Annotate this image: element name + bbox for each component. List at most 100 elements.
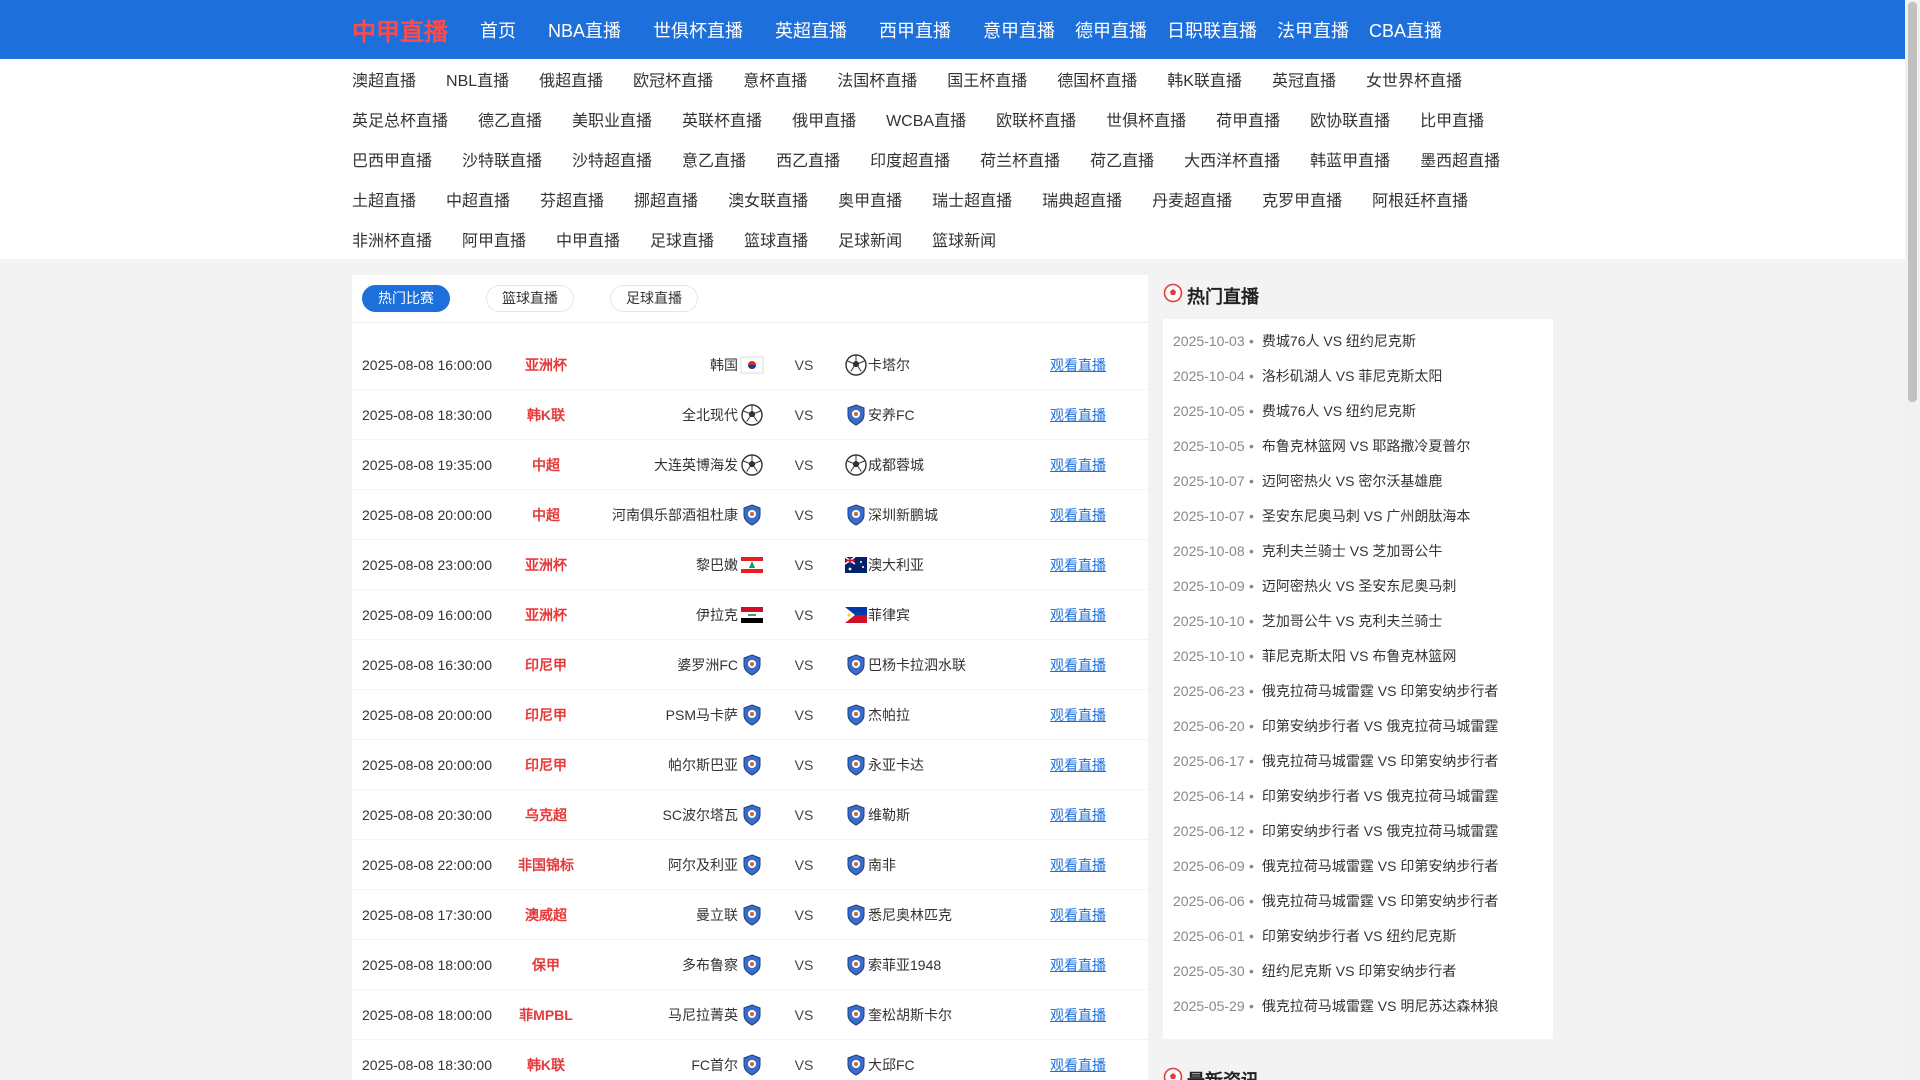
subnav-link[interactable]: 德乙直播	[478, 107, 542, 131]
subnav-link[interactable]: 印度超直播	[870, 147, 950, 171]
subnav-link[interactable]: 巴西甲直播	[352, 147, 432, 171]
nav-link[interactable]: 首页	[480, 17, 516, 43]
subnav-link[interactable]: 世俱杯直播	[1106, 107, 1186, 131]
watch-live-link[interactable]: 观看直播	[1050, 555, 1106, 575]
nav-link[interactable]: 西甲直播	[879, 17, 951, 43]
hot-live-match[interactable]: 俄克拉荷马城雷霆 VS 明尼苏达森林狼	[1262, 996, 1498, 1016]
hot-live-match[interactable]: 费城76人 VS 纽约尼克斯	[1262, 401, 1416, 421]
scrollbar-thumb[interactable]	[1908, 2, 1917, 402]
subnav-link[interactable]: 澳超直播	[352, 67, 416, 91]
subnav-link[interactable]: 瑞典超直播	[1042, 187, 1122, 211]
hot-live-item[interactable]: 2025-05-29 • 俄克拉荷马城雷霆 VS 明尼苏达森林狼	[1173, 988, 1553, 1023]
watch-live-link[interactable]: 观看直播	[1050, 455, 1106, 475]
watch-live-link[interactable]: 观看直播	[1050, 355, 1106, 375]
hot-live-item[interactable]: 2025-10-10 • 菲尼克斯太阳 VS 布鲁克林篮网	[1173, 638, 1553, 673]
watch-live-link[interactable]: 观看直播	[1050, 805, 1106, 825]
match-league[interactable]: 澳威超	[504, 905, 588, 925]
watch-live-link[interactable]: 观看直播	[1050, 655, 1106, 675]
watch-live-link[interactable]: 观看直播	[1050, 605, 1106, 625]
subnav-link[interactable]: 土超直播	[352, 187, 416, 211]
subnav-link[interactable]: 丹麦超直播	[1152, 187, 1232, 211]
nav-link[interactable]: 世俱杯直播	[653, 17, 743, 43]
nav-link[interactable]: 意甲直播	[983, 17, 1055, 43]
subnav-link[interactable]: 墨西超直播	[1420, 147, 1500, 171]
subnav-link[interactable]: 澳女联直播	[728, 187, 808, 211]
subnav-link[interactable]: 美职业直播	[572, 107, 652, 131]
hot-live-item[interactable]: 2025-06-20 • 印第安纳步行者 VS 俄克拉荷马城雷霆	[1173, 708, 1553, 743]
hot-live-match[interactable]: 布鲁克林篮网 VS 耶路撒冷夏普尔	[1262, 436, 1470, 456]
nav-link[interactable]: 英超直播	[775, 17, 847, 43]
nav-link[interactable]: 法甲直播	[1277, 17, 1349, 43]
subnav-link[interactable]: 英足总杯直播	[352, 107, 448, 131]
hot-live-item[interactable]: 2025-10-05 • 布鲁克林篮网 VS 耶路撒冷夏普尔	[1173, 428, 1553, 463]
hot-live-item[interactable]: 2025-10-07 • 圣安东尼奥马刺 VS 广州朗肽海本	[1173, 498, 1553, 533]
tab-1[interactable]: 篮球直播	[486, 285, 574, 312]
subnav-link[interactable]: 德国杯直播	[1057, 67, 1137, 91]
watch-live-link[interactable]: 观看直播	[1050, 405, 1106, 425]
subnav-link[interactable]: 篮球直播	[744, 227, 808, 251]
hot-live-match[interactable]: 印第安纳步行者 VS 俄克拉荷马城雷霆	[1262, 821, 1498, 841]
tab-2[interactable]: 足球直播	[610, 285, 698, 312]
subnav-link[interactable]: 大西洋杯直播	[1184, 147, 1280, 171]
subnav-link[interactable]: 中超直播	[446, 187, 510, 211]
hot-live-item[interactable]: 2025-05-30 • 纽约尼克斯 VS 印第安纳步行者	[1173, 953, 1553, 988]
match-league[interactable]: 印尼甲	[504, 655, 588, 675]
hot-live-match[interactable]: 纽约尼克斯 VS 印第安纳步行者	[1262, 961, 1456, 981]
hot-live-item[interactable]: 2025-10-03 • 费城76人 VS 纽约尼克斯	[1173, 323, 1553, 358]
hot-live-match[interactable]: 圣安东尼奥马刺 VS 广州朗肽海本	[1262, 506, 1470, 526]
nav-link[interactable]: NBA直播	[548, 17, 621, 43]
hot-live-item[interactable]: 2025-06-14 • 印第安纳步行者 VS 俄克拉荷马城雷霆	[1173, 778, 1553, 813]
hot-live-match[interactable]: 印第安纳步行者 VS 俄克拉荷马城雷霆	[1262, 786, 1498, 806]
match-league[interactable]: 亚洲杯	[504, 355, 588, 375]
subnav-link[interactable]: 比甲直播	[1420, 107, 1484, 131]
nav-link[interactable]: CBA直播	[1369, 17, 1442, 43]
hot-live-match[interactable]: 迈阿密热火 VS 圣安东尼奥马刺	[1262, 576, 1456, 596]
subnav-link[interactable]: 意乙直播	[682, 147, 746, 171]
hot-live-item[interactable]: 2025-10-09 • 迈阿密热火 VS 圣安东尼奥马刺	[1173, 568, 1553, 603]
hot-live-match[interactable]: 费城76人 VS 纽约尼克斯	[1262, 331, 1416, 351]
subnav-link[interactable]: 足球直播	[650, 227, 714, 251]
subnav-link[interactable]: 俄超直播	[539, 67, 603, 91]
subnav-link[interactable]: 阿甲直播	[462, 227, 526, 251]
subnav-link[interactable]: 法国杯直播	[837, 67, 917, 91]
hot-live-match[interactable]: 迈阿密热火 VS 密尔沃基雄鹿	[1262, 471, 1442, 491]
hot-live-match[interactable]: 俄克拉荷马城雷霆 VS 印第安纳步行者	[1262, 891, 1498, 911]
match-league[interactable]: 保甲	[504, 955, 588, 975]
hot-live-item[interactable]: 2025-06-12 • 印第安纳步行者 VS 俄克拉荷马城雷霆	[1173, 813, 1553, 848]
watch-live-link[interactable]: 观看直播	[1050, 955, 1106, 975]
match-league[interactable]: 中超	[504, 505, 588, 525]
match-league[interactable]: 亚洲杯	[504, 555, 588, 575]
hot-live-item[interactable]: 2025-06-06 • 俄克拉荷马城雷霆 VS 印第安纳步行者	[1173, 883, 1553, 918]
subnav-link[interactable]: 沙特超直播	[572, 147, 652, 171]
subnav-link[interactable]: 欧联杯直播	[996, 107, 1076, 131]
subnav-link[interactable]: 沙特联直播	[462, 147, 542, 171]
watch-live-link[interactable]: 观看直播	[1050, 855, 1106, 875]
hot-live-item[interactable]: 2025-06-17 • 俄克拉荷马城雷霆 VS 印第安纳步行者	[1173, 743, 1553, 778]
hot-live-match[interactable]: 俄克拉荷马城雷霆 VS 印第安纳步行者	[1262, 681, 1498, 701]
match-league[interactable]: 印尼甲	[504, 705, 588, 725]
tab-0[interactable]: 热门比赛	[362, 285, 450, 312]
match-league[interactable]: 韩K联	[504, 1055, 588, 1075]
subnav-link[interactable]: 英联杯直播	[682, 107, 762, 131]
watch-live-link[interactable]: 观看直播	[1050, 505, 1106, 525]
nav-link[interactable]: 日职联直播	[1167, 17, 1257, 43]
match-league[interactable]: 韩K联	[504, 405, 588, 425]
subnav-link[interactable]: 意杯直播	[743, 67, 807, 91]
hot-live-item[interactable]: 2025-06-01 • 印第安纳步行者 VS 纽约尼克斯	[1173, 918, 1553, 953]
subnav-link[interactable]: 奥甲直播	[838, 187, 902, 211]
subnav-link[interactable]: 挪超直播	[634, 187, 698, 211]
match-league[interactable]: 非国锦标	[504, 855, 588, 875]
subnav-link[interactable]: 西乙直播	[776, 147, 840, 171]
hot-live-item[interactable]: 2025-10-05 • 费城76人 VS 纽约尼克斯	[1173, 393, 1553, 428]
match-league[interactable]: 中超	[504, 455, 588, 475]
subnav-link[interactable]: 荷兰杯直播	[980, 147, 1060, 171]
subnav-link[interactable]: NBL直播	[446, 67, 509, 91]
hot-live-item[interactable]: 2025-10-04 • 洛杉矶湖人 VS 菲尼克斯太阳	[1173, 358, 1553, 393]
hot-live-match[interactable]: 菲尼克斯太阳 VS 布鲁克林篮网	[1262, 646, 1456, 666]
subnav-link[interactable]: 瑞士超直播	[932, 187, 1012, 211]
subnav-link[interactable]: 俄甲直播	[792, 107, 856, 131]
subnav-link[interactable]: 荷乙直播	[1090, 147, 1154, 171]
site-logo[interactable]: 中甲直播	[352, 12, 448, 47]
subnav-link[interactable]: 韩K联直播	[1167, 67, 1242, 91]
subnav-link[interactable]: 欧冠杯直播	[633, 67, 713, 91]
